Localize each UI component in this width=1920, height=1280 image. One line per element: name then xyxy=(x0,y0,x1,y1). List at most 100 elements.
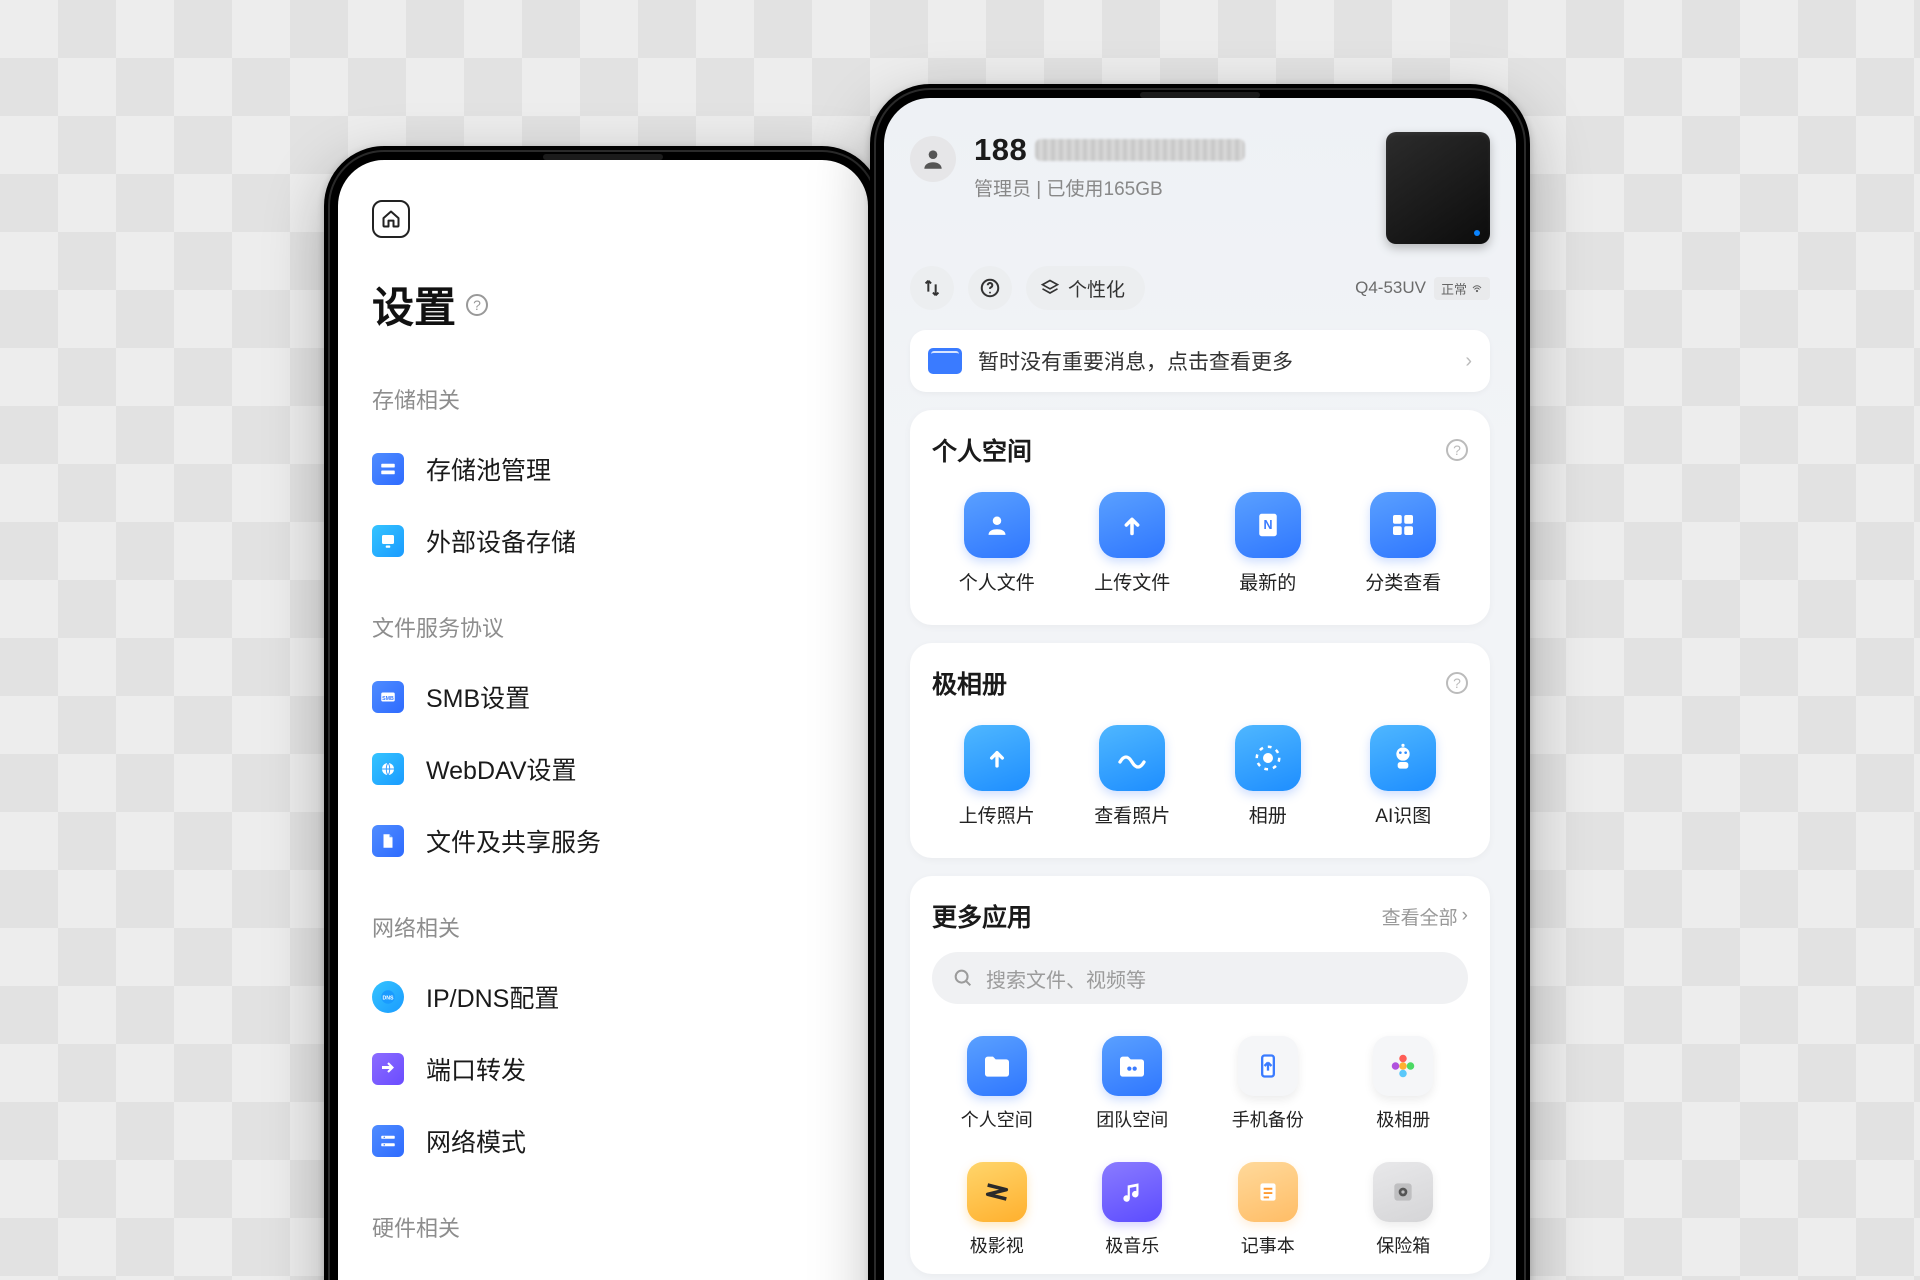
app-label: 极音乐 xyxy=(1105,1232,1159,1258)
video-app-icon xyxy=(967,1162,1027,1222)
setting-storage-pool[interactable]: 存储池管理 xyxy=(372,433,834,505)
album-icon xyxy=(1235,725,1301,791)
transfer-button[interactable] xyxy=(910,266,954,310)
category-view-icon xyxy=(1370,492,1436,558)
avatar[interactable] xyxy=(910,136,956,182)
app-personal-space[interactable]: 个人空间 xyxy=(932,1030,1062,1138)
setting-port-forward[interactable]: 端口转发 xyxy=(372,1033,834,1105)
ip-dns-icon: DNS xyxy=(372,981,404,1013)
upload-folder-icon xyxy=(1099,492,1165,558)
setting-smb[interactable]: SMB SMB设置 xyxy=(372,661,834,733)
gallery-app-icon xyxy=(1373,1036,1433,1096)
settings-title: 设置 xyxy=(372,274,456,335)
tile-label: 查看照片 xyxy=(1094,801,1170,828)
tile-ai-vision[interactable]: AI识图 xyxy=(1339,719,1469,834)
tile-recent[interactable]: N 最新的 xyxy=(1203,486,1333,601)
search-input[interactable]: 搜索文件、视频等 xyxy=(932,952,1468,1004)
device-thumbnail[interactable] xyxy=(1386,132,1490,244)
webdav-icon xyxy=(372,753,404,785)
port-forward-icon xyxy=(372,1053,404,1085)
app-label: 个人空间 xyxy=(961,1106,1033,1132)
app-label: 记事本 xyxy=(1241,1232,1295,1258)
recent-doc-icon: N xyxy=(1235,492,1301,558)
tile-personal-files[interactable]: 个人文件 xyxy=(932,486,1062,601)
section-label: 硬件相关 xyxy=(372,1211,834,1243)
setting-label: WebDAV设置 xyxy=(426,751,577,787)
tile-category-view[interactable]: 分类查看 xyxy=(1339,486,1469,601)
file-share-icon xyxy=(372,825,404,857)
tile-album[interactable]: 相册 xyxy=(1203,719,1333,834)
setting-label: 文件及共享服务 xyxy=(426,823,601,859)
section-label: 文件服务协议 xyxy=(372,611,834,643)
app-video[interactable]: 极影视 xyxy=(932,1156,1062,1264)
card-title: 极相册 xyxy=(932,665,1007,701)
search-icon xyxy=(952,967,974,989)
svg-text:N: N xyxy=(1263,518,1272,532)
setting-network-mode[interactable]: 网络模式 xyxy=(372,1105,834,1177)
screen-settings: 设置 ? 存储相关 存储池管理 外部设备存储 文件服务协议 xyxy=(338,160,868,1280)
view-all-link[interactable]: 查看全部› xyxy=(1382,903,1468,930)
ai-vision-icon xyxy=(1370,725,1436,791)
network-mode-icon xyxy=(372,1125,404,1157)
tile-view-photo[interactable]: 查看照片 xyxy=(1068,719,1198,834)
personalize-button[interactable]: 个性化 xyxy=(1026,266,1145,310)
app-label: 团队空间 xyxy=(1096,1106,1168,1132)
device-model: Q4-53UV xyxy=(1355,278,1426,298)
setting-webdav[interactable]: WebDAV设置 xyxy=(372,733,834,805)
notice-text: 暂时没有重要消息，点击查看更多 xyxy=(978,346,1449,376)
setting-label: SMB设置 xyxy=(426,679,530,715)
card-title: 个人空间 xyxy=(932,432,1032,468)
personalize-label: 个性化 xyxy=(1068,275,1125,302)
search-placeholder: 搜索文件、视频等 xyxy=(986,964,1146,993)
user-phone-prefix: 188 xyxy=(974,132,1027,168)
help-icon[interactable]: ? xyxy=(466,294,488,316)
setting-ip-dns[interactable]: DNS IP/DNS配置 xyxy=(372,961,834,1033)
phone-mock-left: 设置 ? 存储相关 存储池管理 外部设备存储 文件服务协议 xyxy=(324,146,882,1280)
app-music[interactable]: 极音乐 xyxy=(1068,1156,1198,1264)
safe-box-icon xyxy=(1373,1162,1433,1222)
app-label: 保险箱 xyxy=(1376,1232,1430,1258)
upload-photo-icon xyxy=(964,725,1030,791)
tile-label: 最新的 xyxy=(1239,568,1296,595)
user-phone-masked xyxy=(1035,139,1245,161)
app-gallery[interactable]: 极相册 xyxy=(1339,1030,1469,1138)
phone-backup-icon xyxy=(1238,1036,1298,1096)
help-icon[interactable]: ? xyxy=(1446,672,1468,694)
tile-upload-photo[interactable]: 上传照片 xyxy=(932,719,1062,834)
storage-pool-icon xyxy=(372,453,404,485)
app-team-space[interactable]: 团队空间 xyxy=(1068,1030,1198,1138)
card-personal-space: 个人空间 ? 个人文件 上传文件 xyxy=(910,410,1490,625)
app-label: 极影视 xyxy=(970,1232,1024,1258)
app-label: 手机备份 xyxy=(1232,1106,1304,1132)
person-folder-icon xyxy=(964,492,1030,558)
tile-label: 个人文件 xyxy=(959,568,1035,595)
screen-dashboard: 188 管理员 | 已使用165GB xyxy=(884,98,1516,1280)
card-more-apps: 更多应用 查看全部› 搜索文件、视频等 个人空间 xyxy=(910,876,1490,1274)
setting-external-storage[interactable]: 外部设备存储 xyxy=(372,505,834,577)
app-safe-box[interactable]: 保险箱 xyxy=(1339,1156,1469,1264)
tile-upload-files[interactable]: 上传文件 xyxy=(1068,486,1198,601)
tile-label: AI识图 xyxy=(1375,801,1431,828)
section-label: 存储相关 xyxy=(372,383,834,415)
setting-file-share[interactable]: 文件及共享服务 xyxy=(372,805,834,877)
app-phone-backup[interactable]: 手机备份 xyxy=(1203,1030,1333,1138)
user-subline: 管理员 | 已使用165GB xyxy=(974,174,1368,201)
chevron-right-icon: › xyxy=(1465,350,1472,373)
home-button[interactable] xyxy=(372,200,410,238)
setting-label: 端口转发 xyxy=(426,1051,526,1087)
setting-label: 外部设备存储 xyxy=(426,523,576,559)
envelope-icon xyxy=(928,348,962,374)
external-storage-icon xyxy=(372,525,404,557)
svg-text:SMB: SMB xyxy=(382,696,394,702)
card-gallery: 极相册 ? 上传照片 查看照片 xyxy=(910,643,1490,858)
app-notes[interactable]: 记事本 xyxy=(1203,1156,1333,1264)
help-icon[interactable]: ? xyxy=(1446,439,1468,461)
tile-label: 分类查看 xyxy=(1365,568,1441,595)
help-button[interactable] xyxy=(968,266,1012,310)
tile-label: 上传文件 xyxy=(1094,568,1170,595)
team-folder-icon xyxy=(1102,1036,1162,1096)
notes-app-icon xyxy=(1238,1162,1298,1222)
notice-banner[interactable]: 暂时没有重要消息，点击查看更多 › xyxy=(910,330,1490,392)
setting-label: 存储池管理 xyxy=(426,451,551,487)
tile-label: 上传照片 xyxy=(959,801,1035,828)
